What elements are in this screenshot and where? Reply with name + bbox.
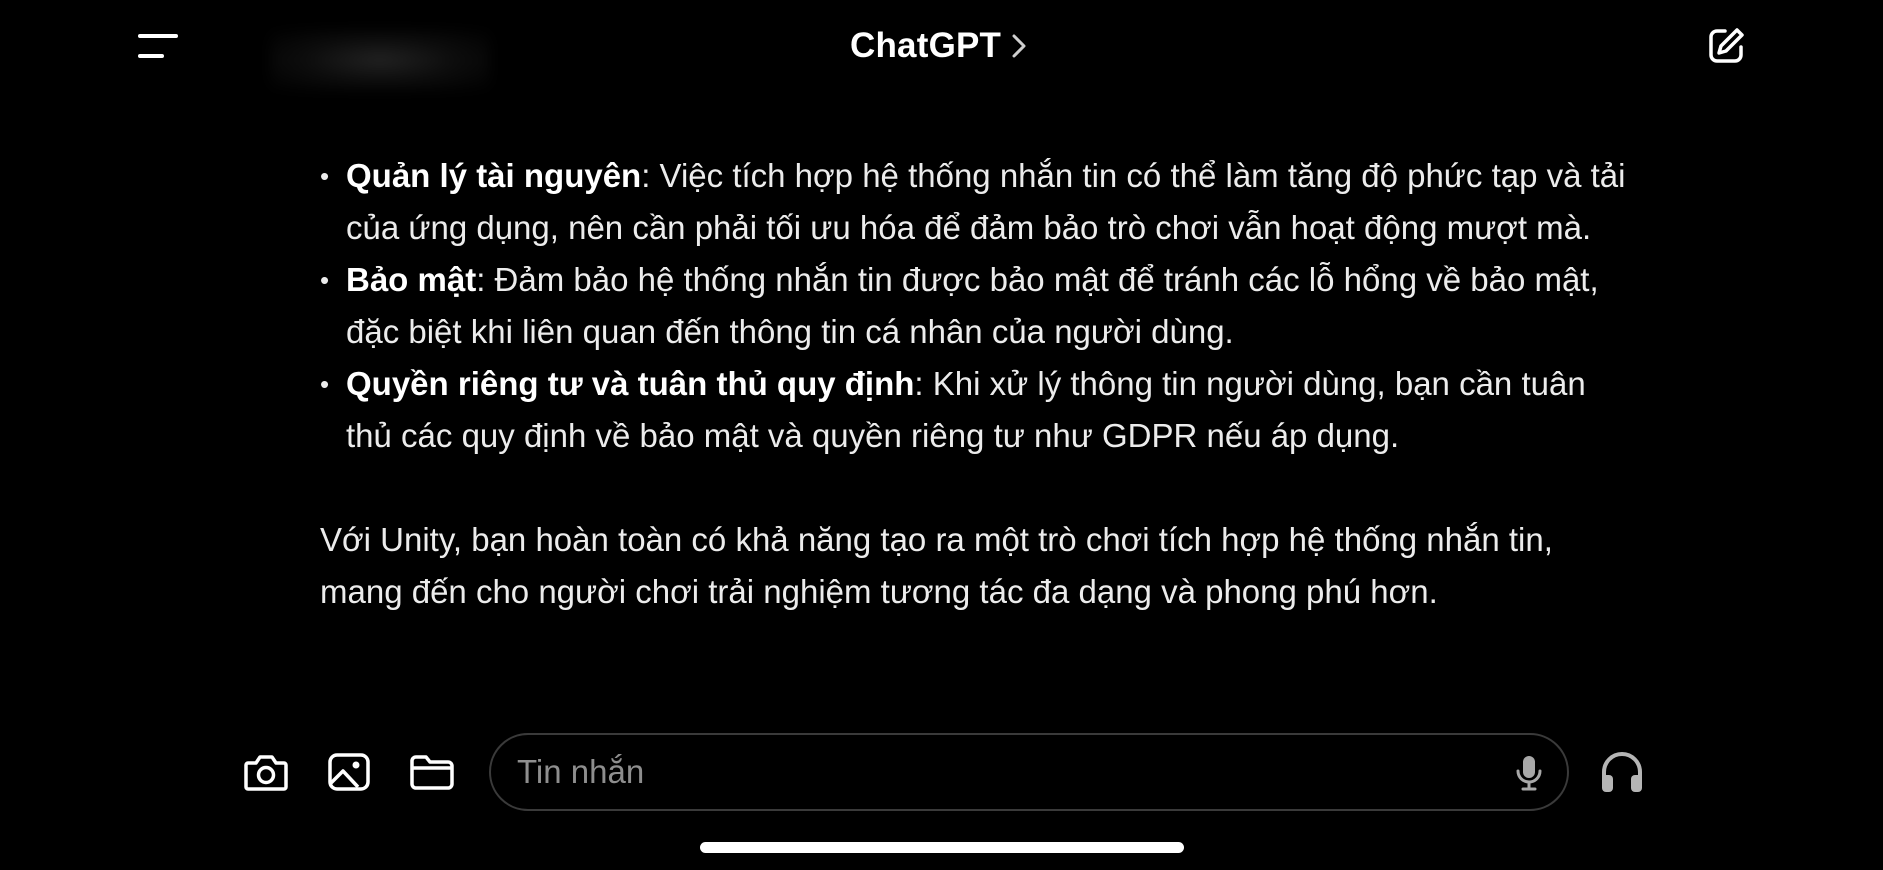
edit-icon [1709,28,1744,63]
model-selector[interactable]: ChatGPT [850,20,1027,72]
dictate-button[interactable] [1509,753,1549,793]
message-input-box [489,733,1569,811]
bullet-text: : Đảm bảo hệ thống nhắn tin được bảo mật… [346,261,1599,350]
chat-screen: ChatGPT Quản lý tài nguyên: Việc tích hợ… [0,0,1883,870]
blurred-region [270,30,490,90]
bullet-title: Bảo mật [346,261,477,298]
headphones-icon [1602,752,1642,792]
list-item: Quản lý tài nguyên: Việc tích hợp hệ thố… [320,150,1640,254]
list-item: Bảo mật: Đảm bảo hệ thống nhắn tin được … [320,254,1640,358]
app-title: ChatGPT [850,26,1002,65]
menu-icon [138,34,178,58]
chevron-right-icon [1012,34,1026,58]
camera-icon [244,755,288,791]
photo-button[interactable] [324,747,374,797]
bullet-title: Quản lý tài nguyên [346,157,642,194]
photo-icon [328,753,370,791]
camera-button[interactable] [241,747,291,797]
new-chat-button[interactable] [1700,20,1752,72]
folder-icon [410,755,454,790]
header: ChatGPT [0,0,1883,92]
home-indicator[interactable] [700,842,1184,853]
attach-file-button[interactable] [407,747,457,797]
list-item: Quyền riêng tư và tuân thủ quy định: Khi… [320,358,1640,462]
closing-paragraph: Với Unity, bạn hoàn toàn có khả năng tạo… [320,521,1553,610]
sidebar-menu-button[interactable] [130,22,186,70]
bullet-list: Quản lý tài nguyên: Việc tích hợp hệ thố… [320,150,1640,462]
voice-mode-button[interactable] [1595,745,1649,799]
composer-bar [0,725,1883,815]
assistant-message: Quản lý tài nguyên: Việc tích hợp hệ thố… [320,150,1640,618]
microphone-icon [1516,756,1542,791]
bullet-title: Quyền riêng tư và tuân thủ quy định [346,365,915,402]
message-input[interactable] [517,735,1477,809]
